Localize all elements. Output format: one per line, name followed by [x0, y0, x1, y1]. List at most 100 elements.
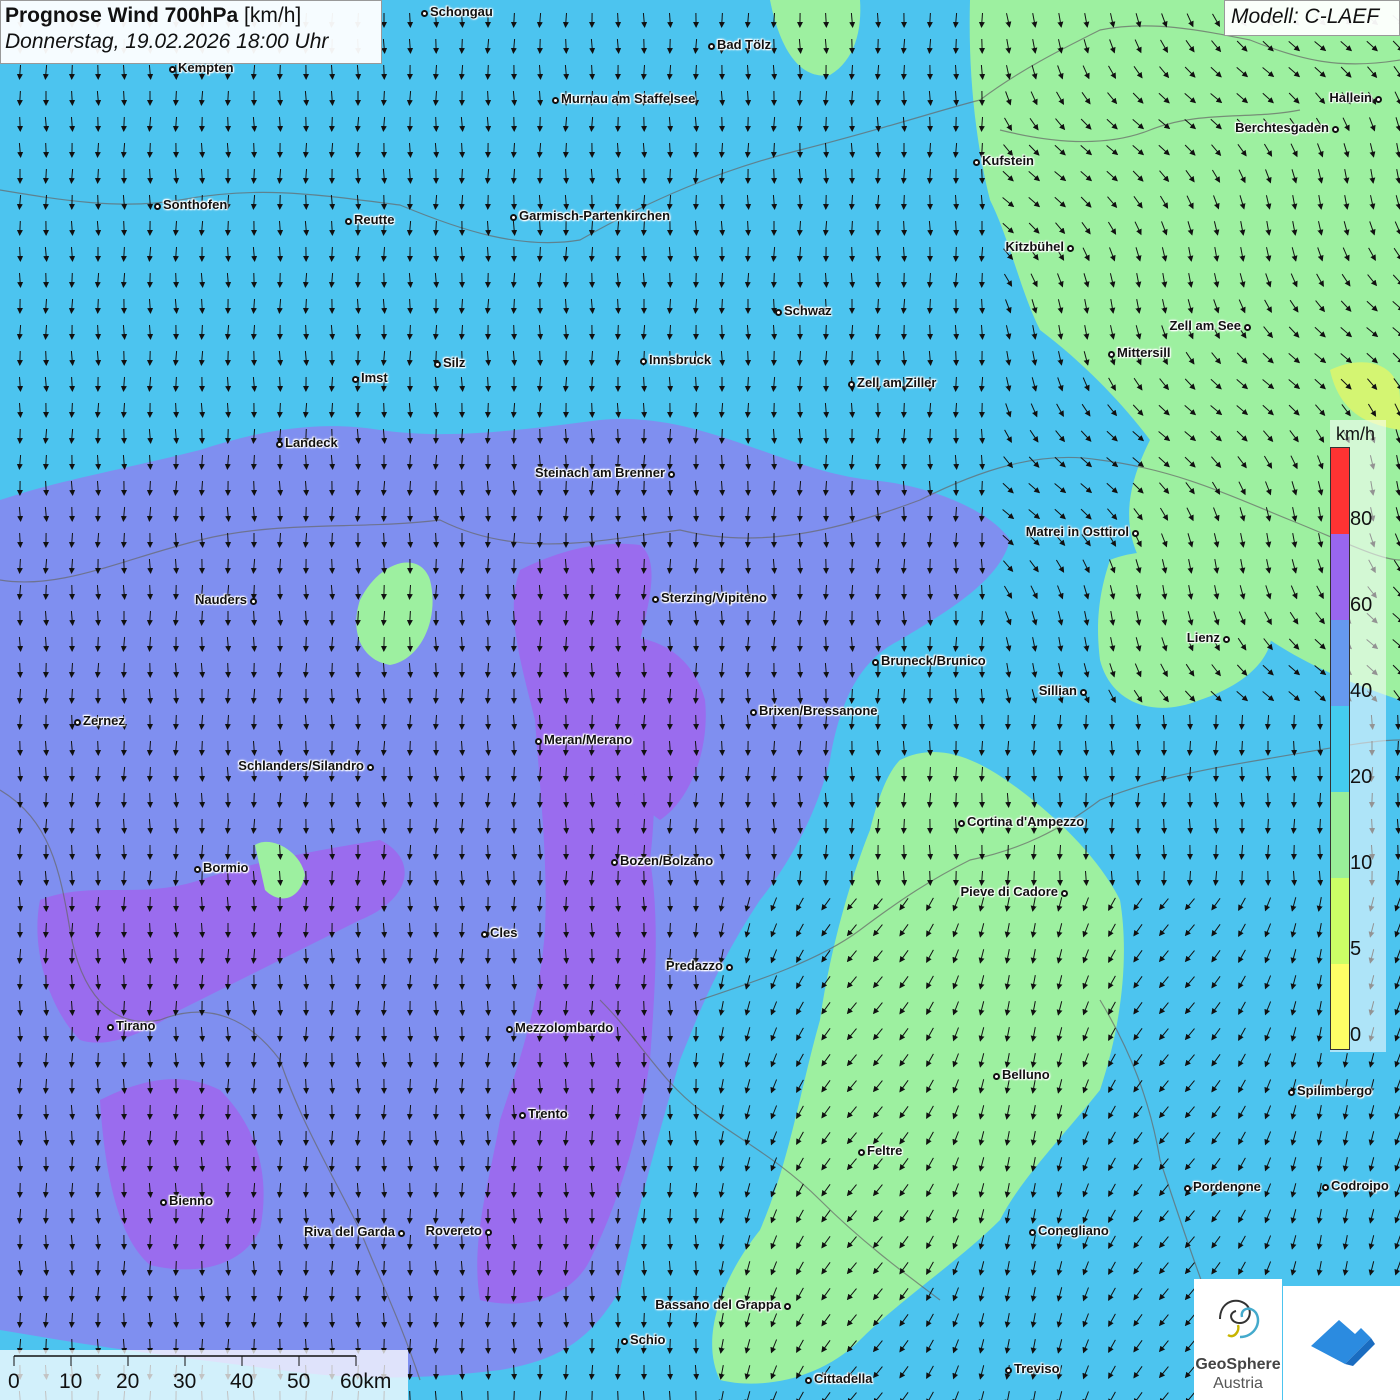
wind-arrow [693, 506, 700, 522]
wind-arrow [1239, 766, 1246, 782]
wind-arrow [510, 1390, 517, 1400]
city-label-matrei-in-osttirol: Matrei in Osttirol [1025, 524, 1129, 539]
app-cloud-icon [1311, 1320, 1375, 1366]
city-marker-trento [518, 1111, 526, 1119]
city-label-berchtesgaden: Berchtesgaden [1235, 120, 1329, 135]
wind-arrow [303, 948, 310, 964]
city-marker-nauders [249, 597, 257, 605]
wind-arrow [354, 142, 361, 158]
wind-arrow [17, 870, 24, 886]
city-label-conegliano: Conegliano [1038, 1223, 1109, 1238]
wind-arrow [94, 636, 101, 652]
wind-arrow [95, 948, 102, 964]
title-line1: Prognose Wind 700hPa [km/h] [5, 4, 381, 28]
city-label-steinach-am-brenner: Steinach am Brenner [534, 465, 665, 480]
wind-arrow [822, 116, 829, 132]
city-marker-sterzing-vipiteno [651, 595, 659, 603]
wind-arrow [718, 636, 725, 652]
wind-arrow [459, 480, 466, 496]
wind-arrow [952, 38, 959, 54]
app-logo[interactable] [1283, 1286, 1400, 1400]
wind-arrow [770, 272, 777, 288]
city-marker-bozen-bolzano [610, 858, 618, 866]
wind-arrow [927, 116, 934, 132]
wind-arrow [927, 324, 934, 340]
wind-arrow [43, 350, 50, 366]
wind-arrow [250, 584, 257, 600]
wind-arrow [407, 1390, 414, 1400]
scale-label-20: 20 [116, 1370, 140, 1393]
city-marker-reutte [344, 217, 352, 225]
wind-arrow [849, 246, 856, 262]
city-marker-cortina-d-ampezzo [957, 819, 965, 827]
city-marker-mittersill [1107, 350, 1115, 358]
city-label-sterzing-vipiteno: Sterzing/Vipiteno [661, 590, 767, 605]
legend-color-bar [1330, 447, 1350, 1050]
wind-arrow [1187, 714, 1194, 730]
wind-arrow [121, 974, 128, 990]
wind-arrow [484, 64, 491, 80]
wind-arrow [640, 1104, 647, 1120]
city-marker-schwaz [774, 308, 782, 316]
wind-arrow [17, 662, 24, 678]
wind-arrow [1030, 870, 1037, 886]
scale-label-50: 50 [287, 1370, 311, 1393]
city-marker-imst [351, 375, 359, 383]
wind-arrow [952, 246, 959, 262]
wind-arrow [277, 714, 284, 730]
wind-arrow [1238, 870, 1245, 886]
city-label-cortina-d-ampezzo: Cortina d'Ampezzo [967, 814, 1085, 829]
city-marker-bormio [193, 865, 201, 873]
wind-arrow [94, 298, 101, 314]
wind-arrow [614, 324, 621, 340]
wind-arrow [536, 662, 543, 678]
wind-arrow [484, 818, 491, 834]
wind-arrow [588, 1260, 595, 1276]
city-label-schwaz: Schwaz [784, 303, 832, 318]
city-label-zell-am-ziller: Zell am Ziller [857, 375, 937, 390]
city-label-innsbruck: Innsbruck [649, 352, 712, 367]
logo-text-austria: Austria [1213, 1375, 1263, 1392]
wind-arrow [797, 402, 804, 418]
wind-arrow [250, 792, 257, 808]
legend-seg-red [1331, 448, 1349, 534]
wind-arrow [978, 272, 985, 288]
city-marker-cittadella [804, 1376, 812, 1384]
wind-arrow [667, 480, 674, 496]
wind-arrow [458, 792, 465, 808]
wind-arrow [771, 584, 778, 600]
wind-arrow [562, 1234, 569, 1250]
wind-arrow [173, 1026, 180, 1042]
wind-arrow [94, 1052, 101, 1068]
city-label-schlanders-silandro: Schlanders/Silandro [238, 758, 364, 773]
city-marker-bassano-del-grappa [783, 1302, 791, 1310]
wind-arrow [121, 558, 128, 574]
city-label-kufstein: Kufstein [982, 153, 1034, 168]
city-label-schongau: Schongau [430, 4, 493, 19]
wind-arrow [485, 1260, 492, 1276]
city-label-codroipo: Codroipo [1331, 1178, 1389, 1193]
wind-arrow [355, 792, 362, 808]
wind-arrow [224, 220, 231, 236]
wind-arrow [198, 740, 205, 756]
wind-arrow [771, 168, 778, 184]
legend-label-20: 20 [1350, 766, 1373, 788]
wind-arrow [458, 38, 465, 54]
city-marker-brixen-bressanone [749, 708, 757, 716]
wind-arrow [693, 1260, 700, 1276]
wind-arrow [354, 896, 361, 912]
wind-arrow [1109, 844, 1116, 860]
scale-label-0: 0 [8, 1370, 20, 1393]
wind-arrow [69, 714, 76, 730]
city-marker-landeck [275, 440, 283, 448]
wind-arrow [900, 402, 907, 418]
city-label-lienz: Lienz [1186, 630, 1220, 645]
wind-arrow [381, 402, 388, 418]
wind-arrow [225, 116, 232, 132]
wind-arrow [146, 142, 153, 158]
wind-arrow [251, 142, 258, 158]
wind-arrow [381, 1156, 388, 1172]
wind-arrow [667, 272, 674, 288]
wind-arrow [329, 1312, 336, 1328]
wind-arrow [563, 792, 570, 808]
